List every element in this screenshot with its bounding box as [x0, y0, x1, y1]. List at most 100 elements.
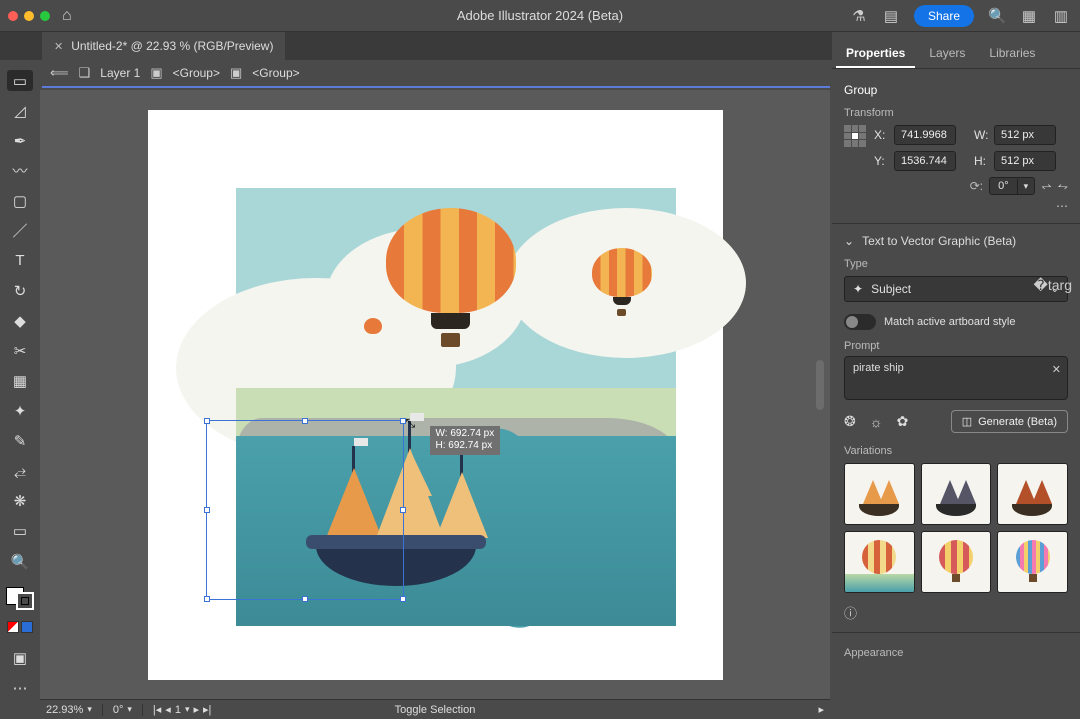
home-icon[interactable]: ⌂	[62, 7, 72, 25]
search-icon[interactable]: 🔍	[988, 7, 1006, 25]
layer-breadcrumb[interactable]: ⟸ ❑ Layer 1 ▣ <Group> ▣ <Group>	[42, 60, 830, 88]
variation-thumbnail[interactable]	[921, 463, 992, 525]
status-mode-label: Toggle Selection	[395, 704, 476, 716]
beaker-icon[interactable]: ⚗	[850, 7, 868, 25]
link-wh-icon[interactable]: �targ	[1034, 277, 1072, 294]
layers-icon[interactable]: ❑	[79, 65, 91, 81]
document-tab[interactable]: ✕ Untitled-2* @ 22.93 % (RGB/Preview)	[42, 32, 285, 60]
match-style-toggle[interactable]	[844, 314, 876, 330]
blend-tool[interactable]: ⥄	[7, 461, 33, 482]
edit-toolbar[interactable]: ⋯	[7, 678, 33, 699]
chevron-down-icon: ⌄	[844, 234, 854, 248]
tab-libraries[interactable]: Libraries	[979, 40, 1045, 68]
panel-tabs: Properties Layers Libraries	[832, 32, 1080, 69]
zoom-level[interactable]: 22.93% ▾	[46, 704, 92, 716]
balloon-small	[364, 318, 382, 340]
tool-panel: ▭ ◿ ✒ 〰 ▢ ／ T ↻ ◆ ✂ ▦ ✦ ✎ ⥄ ❋ ▭ 🔍 ▣ ⋯	[0, 60, 40, 699]
comment-icon[interactable]: ▤	[882, 7, 900, 25]
transform-w-input[interactable]	[994, 125, 1056, 145]
share-button[interactable]: Share	[914, 5, 974, 27]
variation-thumbnail[interactable]	[844, 531, 915, 593]
text-to-vector-collapser[interactable]: ⌄ Text to Vector Graphic (Beta)	[844, 234, 1068, 248]
artboard[interactable]: ⤡ W: 692.74 pxH: 692.74 px	[148, 110, 723, 680]
panel-icon[interactable]: ▥	[1052, 7, 1070, 25]
scissors-tool[interactable]: ✂	[7, 341, 33, 362]
artboard-nav[interactable]: |◂ ◂ 1 ▾ ▸ ▸|	[153, 703, 212, 716]
breadcrumb-group-2[interactable]: <Group>	[252, 66, 299, 80]
arrange-icon[interactable]: ▦	[1020, 7, 1038, 25]
breadcrumb-layer[interactable]: Layer 1	[100, 66, 140, 80]
eraser-tool[interactable]: ◆	[7, 311, 33, 332]
type-tool[interactable]: T	[7, 250, 33, 271]
curvature-tool[interactable]: 〰	[7, 160, 33, 181]
resize-cursor-icon: ⤡	[406, 416, 416, 431]
idea-icon[interactable]: ☼	[870, 414, 883, 430]
rotate-input[interactable]: 0°▾	[989, 177, 1035, 195]
paintbrush-tool[interactable]: ／	[7, 220, 33, 241]
vertical-scrollbar[interactable]	[816, 360, 824, 410]
reference-point-grid[interactable]	[844, 125, 866, 147]
eyedropper-tool[interactable]: ✎	[7, 431, 33, 452]
breadcrumb-group-1[interactable]: <Group>	[173, 66, 220, 80]
fill-stroke-swatch[interactable]	[6, 587, 34, 610]
pen-tool[interactable]: ✒	[7, 130, 33, 151]
selection-bounding-box[interactable]	[206, 420, 404, 600]
properties-panel: Properties Layers Libraries Group Transf…	[832, 32, 1080, 719]
rectangle-tool[interactable]: ▢	[7, 190, 33, 211]
color-mode-toggles[interactable]	[7, 621, 33, 633]
transform-h-input[interactable]	[994, 151, 1056, 171]
app-title-bar: ⌂ Adobe Illustrator 2024 (Beta) ⚗ ▤ Shar…	[0, 0, 1080, 32]
generate-icon: ◫	[962, 415, 972, 428]
appearance-heading: Appearance	[844, 647, 1068, 659]
rotate-view[interactable]: 0° ▾	[113, 704, 132, 716]
back-icon[interactable]: ⟸	[50, 65, 69, 81]
target-icon: ▣	[230, 65, 242, 81]
settings-icon[interactable]: ✿	[897, 413, 909, 430]
transform-heading: Transform	[844, 107, 1068, 119]
balloon-large	[386, 208, 516, 348]
prompt-label: Prompt	[844, 340, 1068, 352]
app-title: Adobe Illustrator 2024 (Beta)	[457, 8, 623, 23]
match-style-label: Match active artboard style	[884, 316, 1015, 328]
canvas[interactable]: ⤡ W: 692.74 pxH: 692.74 px	[40, 90, 830, 699]
gradient-tool[interactable]: ▦	[7, 371, 33, 392]
measurement-tooltip: W: 692.74 pxH: 692.74 px	[430, 426, 501, 455]
flip-horizontal-icon[interactable]: ⥋	[1041, 178, 1051, 194]
rotate-tool[interactable]: ↻	[7, 280, 33, 301]
type-label: Type	[844, 258, 1068, 270]
document-tab-label: Untitled-2* @ 22.93 % (RGB/Preview)	[71, 39, 273, 53]
flip-vertical-icon[interactable]: ⥊	[1058, 178, 1068, 194]
selection-type-label: Group	[844, 83, 1068, 97]
status-bar: 22.93% ▾ 0° ▾ |◂ ◂ 1 ▾ ▸ ▸| Toggle Selec…	[40, 699, 830, 719]
artboard-tool[interactable]: ▭	[7, 521, 33, 542]
variations-label: Variations	[844, 445, 1068, 457]
transform-x-input[interactable]	[894, 125, 956, 145]
generate-button[interactable]: ◫ Generate (Beta)	[951, 410, 1068, 433]
variation-thumbnail[interactable]	[997, 463, 1068, 525]
prompt-input[interactable]: pirate ship ✕	[844, 356, 1068, 400]
screen-mode-tool[interactable]: ▣	[7, 648, 33, 669]
shape-builder-tool[interactable]: ✦	[7, 401, 33, 422]
target-icon: ▣	[150, 65, 162, 81]
close-tab-icon[interactable]: ✕	[54, 40, 63, 53]
rotate-icon: ⟳:	[970, 179, 983, 193]
variation-thumbnail[interactable]	[997, 531, 1068, 593]
more-options-icon[interactable]: ⋯	[1056, 199, 1068, 213]
variation-thumbnail[interactable]	[844, 463, 915, 525]
balloon-medium	[592, 248, 652, 314]
direct-selection-tool[interactable]: ◿	[7, 100, 33, 121]
tab-layers[interactable]: Layers	[919, 40, 975, 68]
info-icon[interactable]: ⓘ	[844, 606, 857, 621]
variation-thumbnail[interactable]	[921, 531, 992, 593]
zoom-tool[interactable]: 🔍	[7, 551, 33, 572]
transform-y-input[interactable]	[894, 151, 956, 171]
window-controls[interactable]	[8, 11, 50, 21]
symbol-sprayer-tool[interactable]: ❋	[7, 491, 33, 512]
style-picker-icon[interactable]: ❂	[844, 413, 856, 430]
selection-tool[interactable]: ▭	[7, 70, 33, 91]
clear-prompt-icon[interactable]: ✕	[1052, 363, 1061, 376]
status-menu-icon[interactable]: ▸	[818, 703, 824, 716]
tab-properties[interactable]: Properties	[836, 40, 915, 68]
sparkle-icon: ✦	[853, 282, 863, 296]
variations-grid	[844, 463, 1068, 593]
